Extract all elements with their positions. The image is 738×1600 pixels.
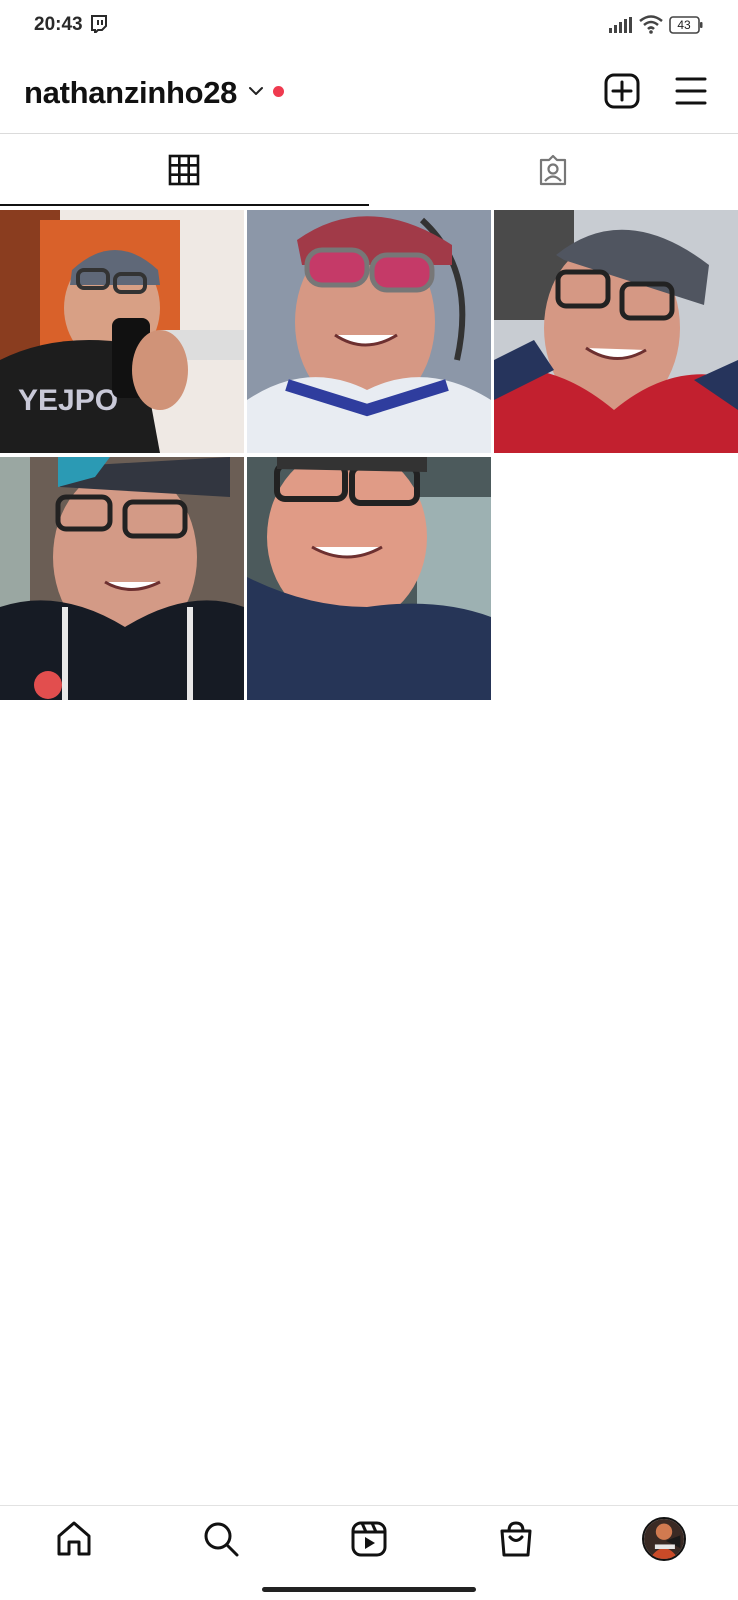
profile-tabs bbox=[0, 133, 738, 207]
post-thumbnail-2[interactable] bbox=[247, 210, 491, 453]
tab-tagged[interactable] bbox=[369, 134, 738, 206]
post-thumbnail-4[interactable] bbox=[0, 457, 244, 700]
signal-icon bbox=[609, 17, 632, 33]
post-image bbox=[0, 457, 244, 700]
battery-level: 43 bbox=[677, 18, 691, 32]
home-indicator bbox=[262, 1587, 476, 1592]
post-image bbox=[494, 210, 738, 453]
selected-tab-indicator bbox=[0, 204, 369, 206]
new-activity-dot bbox=[273, 86, 284, 97]
post-image bbox=[247, 210, 491, 453]
status-bar: 20:43 43 bbox=[0, 0, 738, 52]
profile-header: nathanzinho28 bbox=[0, 62, 738, 132]
post-thumbnail-3[interactable] bbox=[494, 210, 738, 453]
profile-avatar[interactable] bbox=[642, 1517, 686, 1561]
post-thumbnail-5[interactable] bbox=[247, 457, 491, 700]
home-icon[interactable] bbox=[55, 1520, 93, 1558]
tab-posts-grid[interactable] bbox=[0, 134, 369, 206]
post-image bbox=[247, 457, 491, 700]
post-image: YEJPO bbox=[0, 210, 244, 453]
add-post-icon[interactable] bbox=[603, 72, 641, 110]
shop-bag-icon[interactable] bbox=[497, 1520, 535, 1558]
post-thumbnail-1[interactable]: YEJPO bbox=[0, 210, 244, 453]
bottom-navigation bbox=[0, 1505, 738, 1600]
grid-icon bbox=[168, 154, 200, 186]
account-username[interactable]: nathanzinho28 bbox=[24, 75, 237, 111]
reels-icon[interactable] bbox=[350, 1520, 388, 1558]
avatar-image bbox=[644, 1519, 684, 1559]
hamburger-menu-icon[interactable] bbox=[674, 74, 708, 108]
svg-text:YEJPO: YEJPO bbox=[18, 384, 118, 417]
tagged-user-icon bbox=[539, 154, 567, 186]
chevron-down-icon[interactable] bbox=[247, 82, 265, 100]
wifi-icon bbox=[639, 15, 663, 34]
twitch-icon bbox=[91, 15, 107, 33]
search-icon[interactable] bbox=[202, 1520, 240, 1558]
status-time: 20:43 bbox=[34, 14, 83, 35]
